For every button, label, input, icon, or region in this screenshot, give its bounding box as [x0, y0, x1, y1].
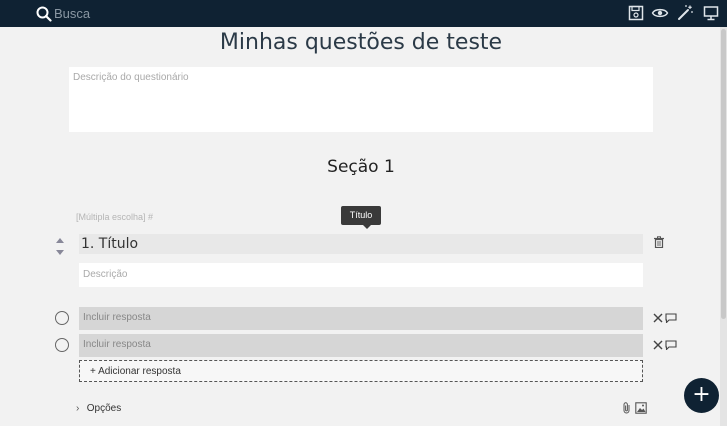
trash-icon[interactable] — [653, 236, 665, 248]
scrollbar-thumb[interactable] — [721, 29, 726, 319]
search-input[interactable]: Busca — [54, 6, 90, 22]
options-label: Opções — [86, 403, 122, 414]
eye-icon[interactable] — [651, 4, 669, 22]
top-toolbar: Busca — [0, 0, 727, 27]
question-description-field[interactable]: Descrição — [79, 263, 643, 287]
comment-icon[interactable] — [665, 340, 677, 350]
answer-placeholder: Incluir resposta — [83, 312, 151, 323]
comment-icon[interactable] — [665, 313, 677, 323]
answer-field[interactable]: Incluir resposta — [79, 307, 643, 330]
remove-answer-icon[interactable] — [653, 340, 663, 350]
monitor-icon[interactable] — [702, 4, 720, 22]
add-answer-button[interactable]: + Adicionar resposta — [79, 360, 643, 382]
add-answer-label: + Adicionar resposta — [90, 366, 181, 377]
paperclip-icon[interactable] — [622, 402, 632, 414]
save-icon[interactable] — [627, 4, 645, 22]
search-icon[interactable] — [36, 6, 52, 22]
add-icon: + — [692, 382, 711, 407]
scrollbar[interactable] — [720, 27, 727, 426]
question-description-placeholder: Descrição — [83, 269, 128, 280]
section-title[interactable]: Seção 1 — [0, 157, 722, 177]
remove-answer-icon[interactable] — [653, 313, 663, 323]
answer-placeholder: Incluir resposta — [83, 339, 151, 350]
answer-radio[interactable] — [55, 311, 69, 325]
quiz-description-field[interactable]: Descrição do questionário — [69, 67, 653, 132]
image-icon[interactable] — [635, 402, 647, 414]
magic-wand-icon[interactable] — [676, 4, 694, 22]
options-toggle[interactable]: › Opções — [76, 403, 121, 414]
answer-field[interactable]: Incluir resposta — [79, 334, 643, 357]
answer-radio[interactable] — [55, 338, 69, 352]
title-tooltip: Título — [341, 206, 381, 229]
chevron-right-icon: › — [76, 403, 80, 414]
question-title: 1. Título — [81, 236, 139, 252]
move-down-icon[interactable] — [56, 250, 64, 255]
move-up-icon[interactable] — [56, 238, 64, 243]
quiz-title[interactable]: Minhas questões de teste — [0, 30, 722, 55]
question-type-label: [Múltipla escolha] # — [76, 212, 154, 222]
add-question-button[interactable]: + — [684, 378, 719, 413]
question-title-field[interactable]: 1. Título — [79, 234, 643, 254]
quiz-description-placeholder: Descrição do questionário — [73, 72, 189, 83]
